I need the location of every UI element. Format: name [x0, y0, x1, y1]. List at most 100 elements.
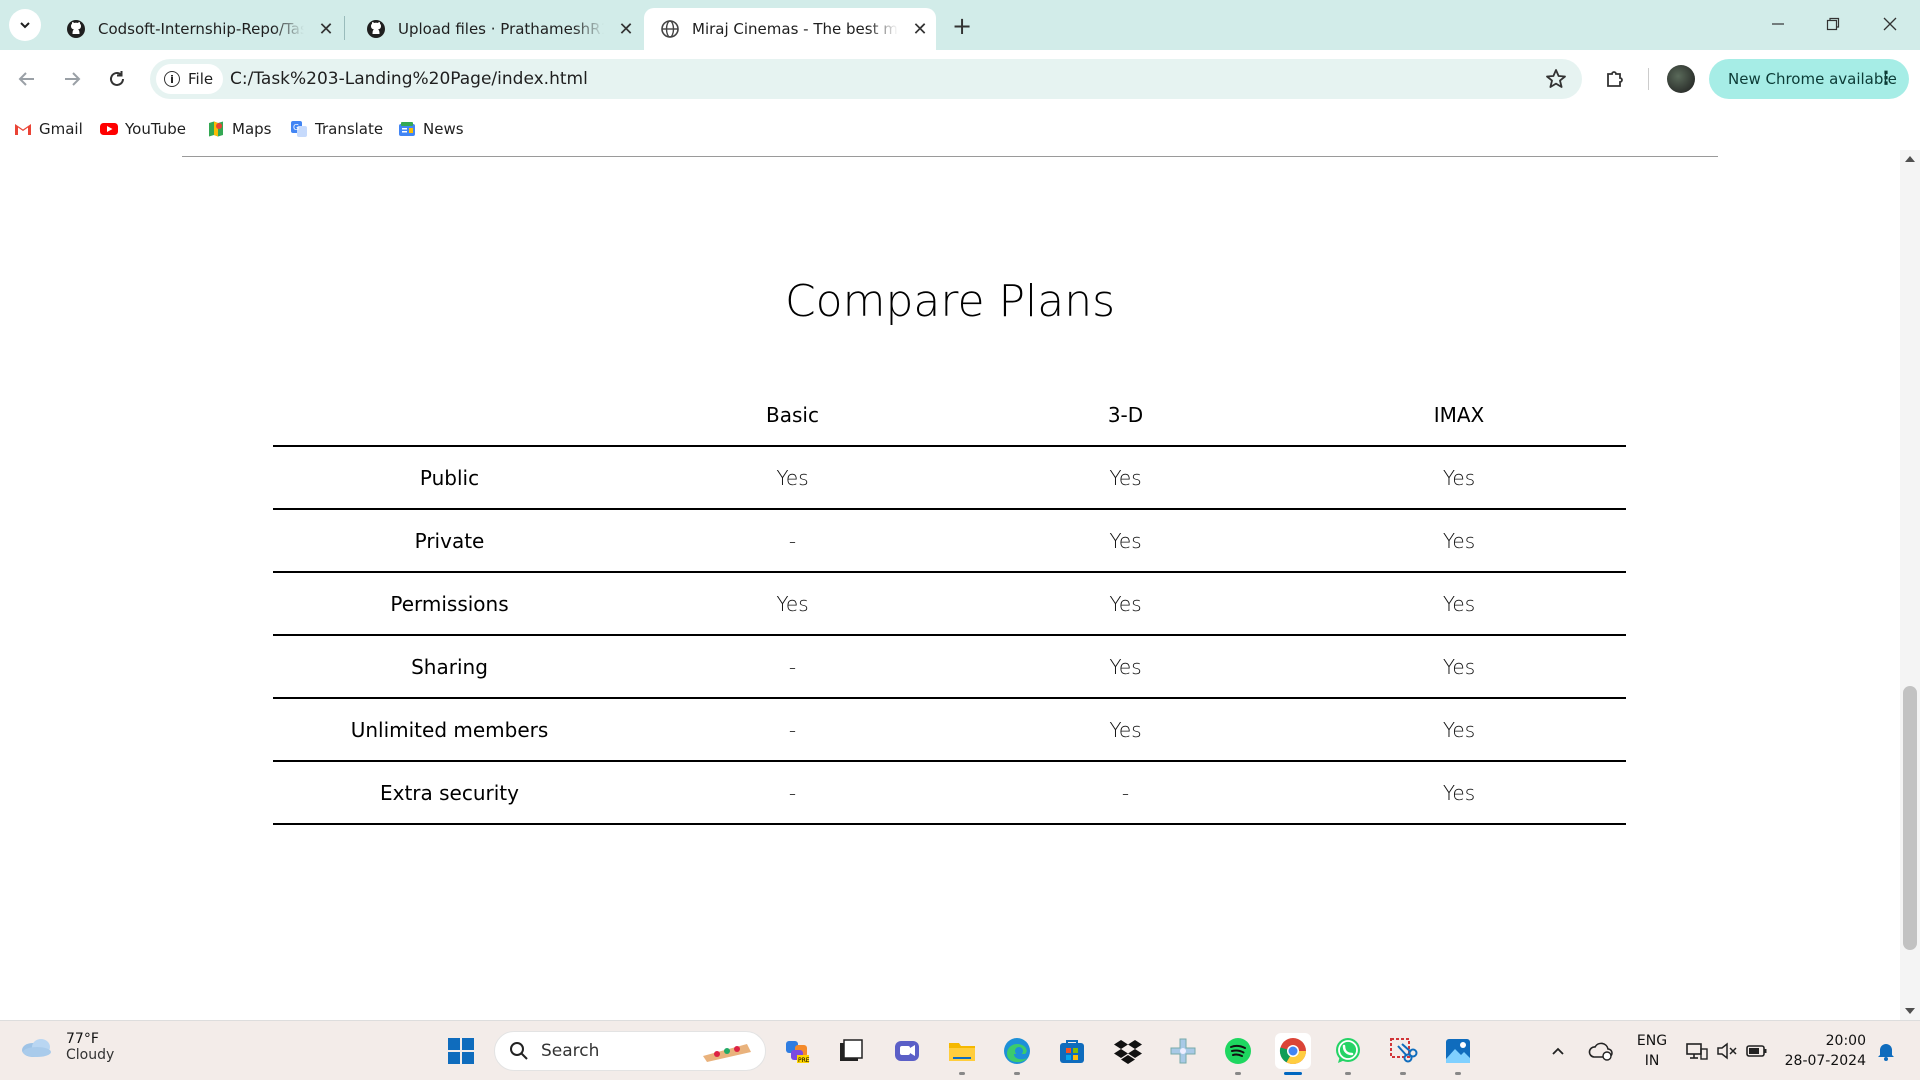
bookmark-maps[interactable]: Maps [207, 116, 271, 142]
imax-value: Yes [1292, 508, 1626, 572]
tab-separator [344, 16, 345, 40]
svg-text:G: G [293, 123, 299, 132]
cloud-sync-icon [1588, 1042, 1613, 1061]
taskbar-dropbox[interactable] [1110, 1033, 1146, 1069]
bookmark-star-icon[interactable] [1544, 67, 1568, 91]
tab-miraj-cinemas[interactable]: Miraj Cinemas - The best movie ✕ [644, 8, 936, 50]
scroll-down-icon[interactable] [1905, 1008, 1915, 1014]
system-clock[interactable]: 20:00 28-07-2024 [1780, 1031, 1866, 1071]
section-divider [182, 156, 1718, 157]
close-tab-icon[interactable]: ✕ [616, 19, 636, 40]
table-row: Unlimited members - Yes Yes [273, 697, 1626, 761]
tray-onedrive[interactable] [1588, 1021, 1614, 1080]
3d-value: Yes [959, 634, 1292, 698]
3d-value: Yes [959, 508, 1292, 572]
copilot-icon: PRE [786, 1041, 810, 1064]
basic-value: - [626, 760, 959, 825]
info-icon: i [164, 71, 180, 87]
tab-codsoft-repo[interactable]: Codsoft-Internship-Repo/Task 1 ✕ [50, 8, 342, 50]
taskbar-search[interactable]: Search [494, 1031, 766, 1071]
url-text[interactable]: C:/Task%203-Landing%20Page/index.html [230, 69, 588, 89]
bookmark-translate[interactable]: G Translate [290, 116, 383, 142]
restore-button[interactable] [1813, 8, 1853, 40]
input-language[interactable]: ENG IN [1632, 1031, 1672, 1071]
close-tab-icon[interactable]: ✕ [316, 19, 336, 40]
chrome-icon [1279, 1038, 1307, 1065]
reload-button[interactable] [101, 63, 133, 95]
taskbar-edge[interactable] [999, 1033, 1035, 1075]
column-header-basic: Basic [766, 403, 819, 427]
arrow-right-icon [65, 72, 81, 86]
taskbar-spotify[interactable] [1220, 1033, 1256, 1075]
weather-condition: Cloudy [66, 1047, 115, 1063]
taskbar-snipping-tool[interactable] [1385, 1033, 1421, 1075]
basic-value: Yes [626, 445, 959, 509]
update-label: New Chrome available [1728, 70, 1897, 88]
new-chrome-available-button[interactable]: New Chrome available ⋮ [1709, 59, 1909, 99]
extensions-button[interactable] [1600, 64, 1630, 94]
bookmark-label: Gmail [39, 120, 83, 138]
scrollbar-thumb[interactable] [1903, 686, 1917, 950]
basic-value: - [626, 508, 959, 572]
taskbar-copilot[interactable]: PRE [780, 1033, 816, 1069]
imax-value: Yes [1292, 445, 1626, 509]
puzzle-icon [1607, 71, 1623, 87]
weather-widget[interactable]: 77°F Cloudy [20, 1031, 114, 1063]
minimize-button[interactable] [1758, 8, 1798, 40]
taskbar-store[interactable] [1054, 1033, 1090, 1069]
tab-upload-files[interactable]: Upload files · PrathameshR15/C ✕ [350, 8, 642, 50]
app-indicator [1400, 1072, 1406, 1075]
taskbar-teams[interactable] [889, 1033, 925, 1069]
start-button[interactable] [443, 1033, 479, 1069]
show-hidden-icons-button[interactable] [1550, 1021, 1566, 1080]
chevron-up-icon [1552, 1047, 1564, 1055]
bookmark-youtube[interactable]: YouTube [100, 116, 186, 142]
tray-battery[interactable] [1746, 1021, 1768, 1080]
table-row: Public Yes Yes Yes [273, 445, 1626, 509]
3d-value: - [959, 760, 1292, 825]
maps-icon [209, 121, 223, 137]
profile-avatar[interactable] [1667, 65, 1695, 93]
minimize-icon [1772, 23, 1784, 25]
app-indicator [1455, 1072, 1461, 1075]
column-header-imax: IMAX [1433, 403, 1485, 427]
scroll-up-icon[interactable] [1905, 156, 1915, 162]
address-bar[interactable]: i File C:/Task%203-Landing%20Page/index.… [150, 59, 1582, 99]
site-info-chip[interactable]: i File [156, 64, 224, 94]
arrow-left-icon [18, 72, 34, 86]
bookmark-label: Maps [232, 120, 272, 138]
weather-temperature: 77°F [66, 1031, 99, 1047]
forward-button[interactable] [56, 63, 88, 95]
taskbar-whatsapp[interactable] [1330, 1033, 1366, 1075]
clock-time: 20:00 [1825, 1033, 1866, 1049]
whatsapp-icon [1336, 1038, 1360, 1063]
taskbar-file-explorer[interactable] [944, 1033, 980, 1075]
3d-value: Yes [959, 571, 1292, 635]
tab-search-button[interactable] [9, 9, 41, 41]
tab-strip: Codsoft-Internship-Repo/Task 1 ✕ Upload … [0, 0, 1920, 50]
taskbar-task-view[interactable] [833, 1033, 869, 1069]
game-controller-icon [1170, 1038, 1196, 1064]
taskbar-game-controller[interactable] [1165, 1033, 1201, 1069]
close-window-button[interactable] [1870, 8, 1910, 40]
network-icon [1686, 1043, 1708, 1060]
app-indicator [1284, 1072, 1302, 1075]
dropbox-icon [1114, 1040, 1142, 1064]
notifications-button[interactable] [1876, 1021, 1896, 1080]
app-indicator [959, 1072, 965, 1075]
tray-network[interactable] [1686, 1021, 1708, 1080]
back-button[interactable] [11, 63, 43, 95]
taskbar-photos[interactable] [1440, 1033, 1476, 1075]
tray-volume[interactable] [1716, 1021, 1738, 1080]
bookmark-news[interactable]: News [398, 116, 464, 142]
new-tab-button[interactable]: + [948, 12, 976, 40]
page-scrollbar[interactable] [1900, 150, 1920, 1020]
close-tab-icon[interactable]: ✕ [910, 19, 930, 40]
video-chat-icon [895, 1041, 919, 1061]
more-menu-icon[interactable]: ⋮ [1877, 68, 1895, 89]
taskbar-chrome[interactable] [1275, 1033, 1311, 1075]
search-highlight-icon [703, 1044, 751, 1062]
imax-value: Yes [1292, 760, 1626, 825]
svg-text:PRE: PRE [798, 1057, 810, 1064]
bookmark-gmail[interactable]: Gmail [14, 116, 83, 142]
